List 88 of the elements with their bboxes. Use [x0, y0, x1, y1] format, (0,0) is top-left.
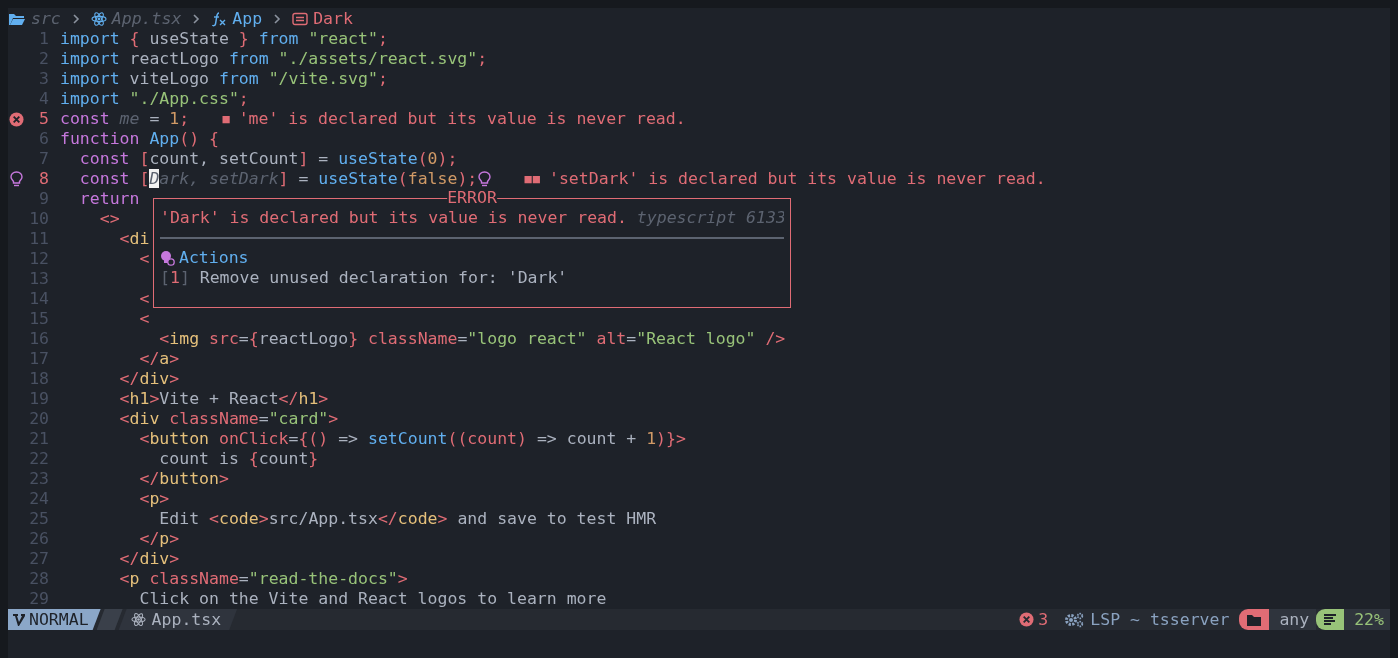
atom-icon: [130, 612, 146, 627]
line-number: 26: [28, 529, 49, 549]
line-number: 3: [38, 69, 49, 89]
function-icon: [211, 11, 228, 27]
scroll-percentage: 22%: [1344, 609, 1390, 630]
line-number: 29: [28, 589, 49, 609]
line-number: 21: [28, 429, 49, 449]
chevron-icon: [273, 14, 282, 24]
code-line: function App() {: [60, 129, 219, 149]
line-number: 18: [28, 369, 49, 389]
error-markers: ■■: [524, 171, 541, 188]
gears-icon: [1064, 611, 1085, 628]
diagnostic-message: 'setDark' is declared but its value is never read.: [548, 169, 1046, 189]
code-line: <p>: [138, 489, 170, 509]
line-number: 17: [28, 349, 49, 369]
code-line: const [count, setCount] = useState(0);: [78, 149, 458, 169]
line-number: 15: [28, 309, 49, 329]
breadcrumb-item[interactable]: App.tsx: [111, 9, 182, 29]
code-line: </a>: [138, 349, 180, 369]
code-line: import viteLogo from "/vite.svg";: [60, 69, 388, 89]
error-message: 'Dark' is declared but its value is never read.: [160, 208, 627, 227]
line-number: 1: [38, 29, 49, 49]
code-line: Click on the Vite and React logos to learn more: [138, 589, 607, 609]
code-line: </div>: [118, 369, 180, 389]
file-type: any: [1269, 609, 1317, 630]
line-number: 16: [28, 329, 49, 349]
line-number: 8: [38, 169, 49, 189]
line-number: 27: [28, 549, 49, 569]
lightbulb-icon[interactable]: [478, 171, 492, 187]
actions-heading: Actions: [179, 248, 249, 268]
code-line: <div className="card">: [118, 409, 339, 429]
diagnostic-message: 'me' is declared but its value is never read.: [238, 109, 686, 129]
code-line: </div>: [118, 549, 180, 569]
chevron-icon: [71, 14, 80, 24]
line-number: 13: [28, 269, 49, 289]
folder-icon: [8, 12, 26, 26]
line-number: 14: [28, 289, 49, 309]
lsp-status: LSP ~ tsserver: [1090, 609, 1230, 630]
variable-icon: [292, 12, 309, 26]
file-name: App.tsx: [151, 609, 222, 630]
code-line: import { useState } from "react";: [60, 29, 388, 49]
mode-label: NORMAL: [29, 609, 89, 630]
line-number: 6: [38, 129, 49, 149]
code-line: Edit <code>src/App.tsx</code> and save to test HMR: [158, 509, 657, 529]
line-number: 19: [28, 389, 49, 409]
line-number: 25: [28, 509, 49, 529]
lightbulb-icon: [160, 250, 175, 266]
code-line: </p>: [138, 529, 180, 549]
line-number: 7: [38, 149, 49, 169]
line-number: 24: [28, 489, 49, 509]
error-icon: [1019, 612, 1035, 627]
code-line: </button>: [138, 469, 229, 489]
line-number: 23: [28, 469, 49, 489]
code-line: <h1>Vite + React</h1>: [118, 389, 329, 409]
code-line: return: [78, 189, 140, 209]
line-number: 5: [38, 109, 49, 129]
breadcrumb-item[interactable]: Dark: [313, 9, 353, 29]
code-line: <button onClick={() => setCount((count) => count + 1)}>: [138, 429, 686, 449]
vim-icon: [12, 612, 26, 627]
line-number: 10: [28, 209, 49, 229]
code-line: <: [138, 309, 150, 329]
code-line: import "./App.css";: [60, 89, 249, 109]
line-number: 20: [28, 409, 49, 429]
breadcrumb-item[interactable]: src: [31, 9, 61, 29]
line-number: 2: [38, 49, 49, 69]
breadcrumb-item[interactable]: App: [232, 9, 263, 29]
code-line: <p className="read-the-docs">: [118, 569, 408, 589]
code-line: const me = 1;: [60, 109, 190, 129]
line-number: 4: [38, 89, 49, 109]
line-number: 12: [28, 249, 49, 269]
error-count: 3: [1038, 609, 1049, 630]
error-markers: ■: [222, 111, 231, 128]
atom-icon: [90, 11, 107, 27]
error-source: typescript 6133: [636, 208, 784, 227]
code-line: <>: [98, 209, 120, 229]
code-line: count is {count}: [158, 449, 319, 469]
code-line: import reactLogo from "./assets/react.svg";: [60, 49, 488, 69]
code-line: <: [138, 249, 150, 269]
line-number: 11: [28, 229, 49, 249]
action-item[interactable]: [1] Remove unused declaration for: 'Dark': [160, 268, 784, 288]
line-number: 28: [28, 569, 49, 589]
code-line: <di: [118, 229, 150, 249]
line-number: 9: [38, 189, 49, 209]
line-number: 22: [28, 449, 49, 469]
separator-block: [96, 609, 123, 630]
code-line: <: [138, 289, 150, 309]
code-line: <img src={reactLogo} className="logo react" alt="React logo" />: [158, 329, 786, 349]
chevron-icon: [192, 14, 201, 24]
